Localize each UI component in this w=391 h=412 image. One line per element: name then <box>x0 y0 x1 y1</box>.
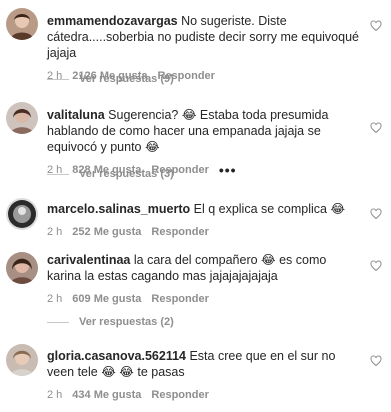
heart-outline-icon[interactable] <box>370 355 382 367</box>
comment-username[interactable]: emmamendozavargas <box>47 14 178 28</box>
comment-meta: 2 h 434 Me gusta Responder <box>47 387 361 403</box>
replies-divider <box>47 78 69 80</box>
view-replies-label: Ver respuestas (9) <box>79 73 174 85</box>
comment-time: 2 h <box>47 226 63 238</box>
more-options-icon[interactable]: ••• <box>219 162 237 178</box>
heart-outline-icon[interactable] <box>370 20 382 32</box>
comment-time: 2 h <box>47 293 63 305</box>
comment-username[interactable]: carivalentinaa <box>47 253 130 267</box>
comment-likes[interactable]: 252 Me gusta <box>72 224 141 240</box>
comment-likes[interactable]: 434 Me gusta <box>72 387 141 403</box>
comment-body: carivalentinaa la cara del compañero 😂 e… <box>47 252 361 307</box>
heart-outline-icon[interactable] <box>370 122 382 134</box>
view-replies-button[interactable]: Ver respuestas (3) <box>47 168 174 180</box>
comment-username[interactable]: marcelo.salinas_muerto <box>47 202 190 216</box>
heart-outline-icon[interactable] <box>370 260 382 272</box>
avatar[interactable] <box>6 8 38 40</box>
view-replies-button[interactable]: Ver respuestas (9) <box>47 73 174 85</box>
avatar[interactable] <box>6 102 38 134</box>
comment-time: 2 h <box>47 389 63 401</box>
view-replies-button[interactable]: Ver respuestas (2) <box>47 316 174 328</box>
avatar[interactable] <box>6 198 38 230</box>
reply-button[interactable]: Responder <box>151 387 208 403</box>
replies-divider <box>47 321 69 323</box>
comment-body: marcelo.salinas_muerto El q explica se c… <box>47 201 361 240</box>
comment-username[interactable]: gloria.casanova.562114 <box>47 349 186 363</box>
comment-likes[interactable]: 609 Me gusta <box>72 291 141 307</box>
view-replies-label: Ver respuestas (2) <box>79 316 174 328</box>
replies-divider <box>47 173 69 175</box>
avatar[interactable] <box>6 344 38 376</box>
heart-outline-icon[interactable] <box>370 208 382 220</box>
comment-meta: 2 h 252 Me gusta Responder <box>47 224 361 240</box>
comment-username[interactable]: valitaluna <box>47 108 105 122</box>
comment-body: gloria.casanova.562114 Esta cree que en … <box>47 348 361 403</box>
view-replies-label: Ver respuestas (3) <box>79 168 174 180</box>
reply-button[interactable]: Responder <box>151 291 208 307</box>
comment-meta: 2 h 609 Me gusta Responder <box>47 291 361 307</box>
reply-button[interactable]: Responder <box>151 224 208 240</box>
comment-text: El q explica se complica 😂 <box>193 202 346 216</box>
avatar[interactable] <box>6 252 38 284</box>
